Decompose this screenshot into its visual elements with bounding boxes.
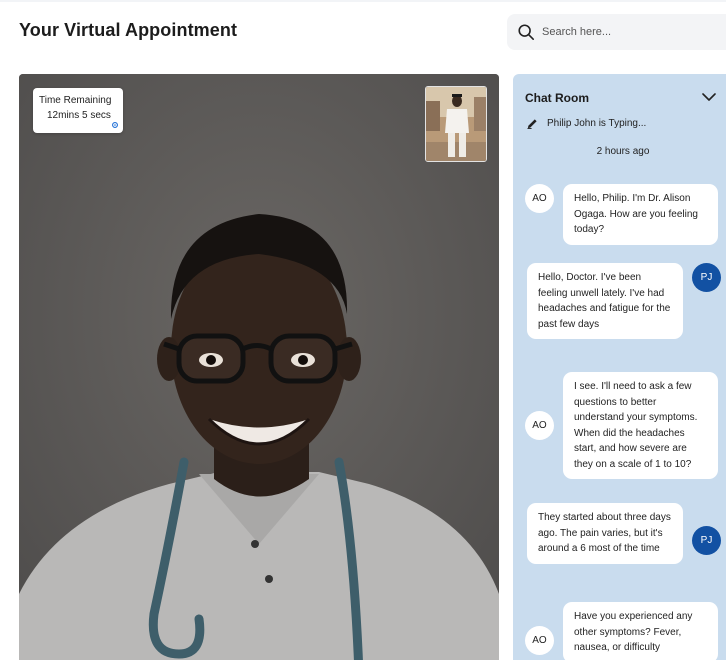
self-view-thumbnail[interactable] <box>425 86 487 162</box>
chat-message-patient: Hello, Doctor. I've been feeling unwell … <box>527 263 683 339</box>
doctor-avatar: AO <box>525 184 554 213</box>
typing-text: Philip John is Typing... <box>547 118 647 129</box>
time-remaining-card: Time Remaining 12mins 5 secs <box>33 88 123 133</box>
chat-room-title: Chat Room <box>525 91 589 105</box>
top-divider <box>0 0 726 2</box>
patient-avatar: PJ <box>692 526 721 555</box>
chat-message-doctor: Hello, Philip. I'm Dr. Alison Ogaga. How… <box>563 184 718 245</box>
chat-message-doctor: Have you experienced any other symptoms?… <box>563 602 718 660</box>
gear-icon <box>112 122 118 128</box>
chat-room-panel: Chat Room Philip John is Typing... 2 hou… <box>513 74 726 660</box>
patient-avatar: PJ <box>692 263 721 292</box>
search-bar[interactable] <box>507 14 726 50</box>
pencil-icon <box>527 119 537 129</box>
doctor-avatar: AO <box>525 626 554 655</box>
doctor-avatar: AO <box>525 411 554 440</box>
time-remaining-label: Time Remaining <box>39 95 112 106</box>
main-video-feed: Time Remaining 12mins 5 secs <box>19 74 499 660</box>
chat-timestamp: 2 hours ago <box>596 146 650 157</box>
chat-message-patient: They started about three days ago. The p… <box>527 503 683 564</box>
patient-video-image <box>426 87 486 161</box>
typing-indicator: Philip John is Typing... <box>527 118 646 129</box>
page-title: Your Virtual Appointment <box>19 20 238 40</box>
chat-message-doctor: I see. I'll need to ask a few questions … <box>563 372 718 479</box>
search-input[interactable] <box>542 26 702 38</box>
time-remaining-value: 12mins 5 secs <box>47 110 111 121</box>
chevron-down-icon[interactable] <box>702 92 716 102</box>
search-icon <box>518 24 535 41</box>
